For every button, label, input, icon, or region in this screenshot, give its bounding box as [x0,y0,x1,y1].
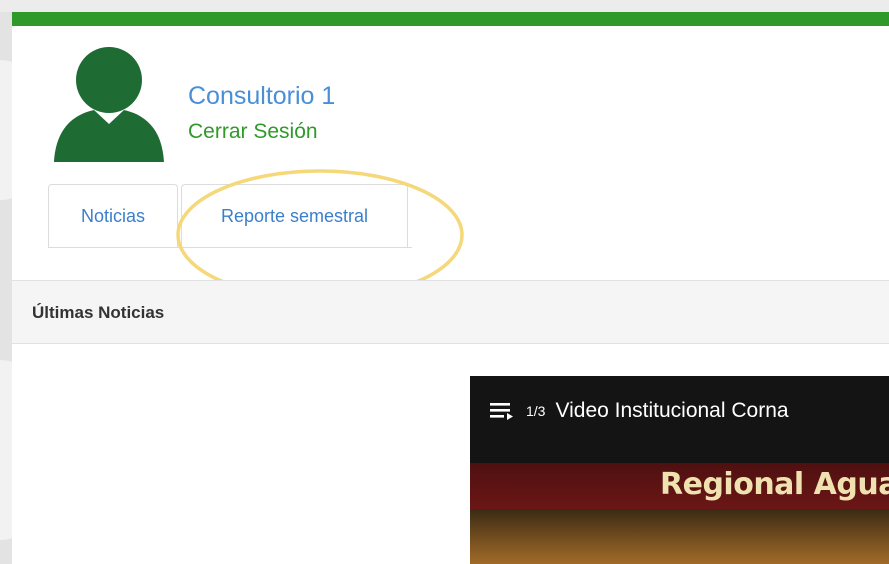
main-card: Consultorio 1 Cerrar Sesión Noticias Rep… [12,26,889,564]
playlist-icon[interactable] [490,402,516,420]
video-title[interactable]: Video Institucional Corna [555,399,788,423]
section-header: Últimas Noticias [12,280,889,344]
top-bar [0,0,889,26]
user-name: Consultorio 1 [188,82,336,110]
tab-noticias[interactable]: Noticias [48,184,178,247]
video-player[interactable]: 1/3 Video Institucional Corna Regional A… [470,376,889,564]
video-banner-text: Regional Aguas [660,467,889,502]
video-banner: Regional Aguas [470,463,889,509]
logout-link[interactable]: Cerrar Sesión [188,120,318,144]
video-scene [470,509,889,564]
section-title: Últimas Noticias [32,303,165,322]
video-title-bar: 1/3 Video Institucional Corna [490,399,789,423]
brand-bar [12,12,889,26]
video-counter: 1/3 [526,403,546,419]
user-avatar-icon [54,47,164,162]
